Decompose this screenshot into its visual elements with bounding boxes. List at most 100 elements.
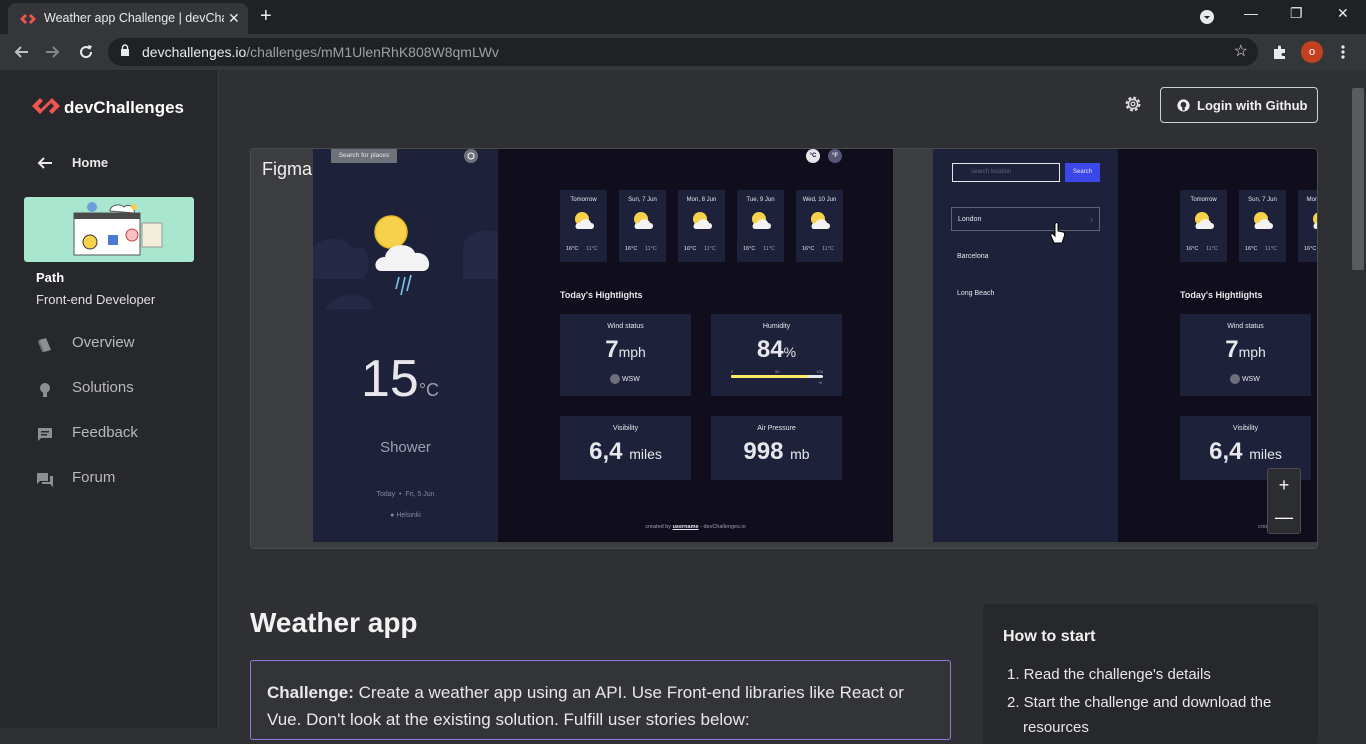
fahrenheit-toggle[interactable]: °F xyxy=(828,149,842,163)
search-submit-button[interactable]: Search xyxy=(1065,163,1100,182)
wind-direction: WSW xyxy=(610,374,640,384)
visibility-reading: 6,4 miles xyxy=(560,438,691,466)
wind-direction-label: WSW xyxy=(621,375,640,383)
forward-arrow-icon[interactable] xyxy=(45,44,61,60)
design-sidebar-panel: Search for places 15°C Shower Today • Fr… xyxy=(313,149,498,542)
location-target-icon[interactable] xyxy=(463,148,479,164)
visibility-label: Visibility xyxy=(612,425,639,432)
zoom-out-button[interactable]: — xyxy=(1268,501,1300,533)
forecast-min: 11°C xyxy=(586,246,598,252)
forecast-day: Mon, 8 Jun xyxy=(686,197,717,203)
chevron-right-icon: › xyxy=(1090,214,1093,224)
browser-menu-icon[interactable] xyxy=(1340,44,1346,60)
github-icon xyxy=(1177,99,1190,112)
profile-dropdown-icon[interactable] xyxy=(1200,10,1214,24)
compass-icon xyxy=(1230,374,1240,384)
wind-card-copy: Wind status 7mph WSW xyxy=(1180,314,1311,396)
scale-min: 0 xyxy=(731,369,734,374)
humidity-scale: 0 50 100 xyxy=(731,369,823,374)
weather-icon xyxy=(1254,212,1273,229)
forecast-card: Wed, 10 Jun 16°C 11°C xyxy=(796,190,843,262)
today-date: Today • Fri, 5 Jun xyxy=(313,491,498,498)
highlights-title-copy: Today's Hightlights xyxy=(1180,290,1263,300)
visibility-card: Visibility 6,4 miles xyxy=(560,416,691,480)
brand-logo[interactable]: devChallenges xyxy=(32,96,184,121)
extensions-puzzle-icon[interactable] xyxy=(1272,44,1288,60)
forecast-card: Mon, 8 Jun 16°C 11°C xyxy=(678,190,725,262)
minimize-button[interactable]: — xyxy=(1244,5,1258,21)
design-main-panel: °C °F Tomorrow 16°C 11°C Sun, 7 Jun 16°C 11°C… xyxy=(498,149,893,542)
pressure-card: Air Pressure 998 mb xyxy=(711,416,842,480)
forecast-day: Tomorrow xyxy=(1190,197,1217,203)
place-item-barcelona[interactable]: Barcelona xyxy=(957,253,989,260)
visibility-unit-copy: miles xyxy=(1249,446,1282,462)
bookmark-star-icon[interactable]: ☆ xyxy=(1234,41,1248,61)
close-window-button[interactable]: ✕ xyxy=(1337,5,1349,22)
zoom-in-button[interactable]: + xyxy=(1268,469,1300,501)
home-label: Home xyxy=(72,155,109,170)
wind-value: 7 xyxy=(605,336,619,363)
place-item-long-beach[interactable]: Long Beach xyxy=(957,290,994,297)
browser-tab[interactable]: Weather app Challenge | devChallenges ✕ xyxy=(8,3,248,34)
temperature-value: 15 xyxy=(361,350,419,408)
compass-icon xyxy=(610,374,620,384)
sidebar xyxy=(0,70,219,728)
forecast-max: 16°C xyxy=(1304,246,1317,252)
weather-icon xyxy=(693,212,712,229)
humidity-reading: 84% xyxy=(711,336,842,364)
forecast-max: 16°C xyxy=(1245,246,1258,252)
search-location-input[interactable]: search location xyxy=(952,163,1060,182)
profile-avatar[interactable]: o xyxy=(1301,41,1323,63)
book-icon xyxy=(38,338,51,352)
wind-reading-copy: 7mph xyxy=(1180,336,1311,364)
challenge-label: Challenge: xyxy=(267,683,354,702)
restore-button[interactable]: ❐ xyxy=(1290,5,1303,22)
visibility-label-copy: Visibility xyxy=(1232,425,1259,432)
figma-embed[interactable]: Search for places 15 °C Shower Today • Fr… xyxy=(250,148,1318,549)
clouds-background xyxy=(313,215,498,309)
home-link[interactable]: Home xyxy=(36,154,108,177)
visibility-reading-copy: 6,4 miles xyxy=(1180,438,1311,466)
location-label: ● Helsinki xyxy=(313,512,498,519)
login-github-button[interactable]: Login with Github xyxy=(1160,87,1318,123)
url-path: /challenges/mM1UlenRhK808W8qmLWv xyxy=(246,44,499,60)
path-illustration xyxy=(73,202,163,256)
search-places-button[interactable]: Search for places xyxy=(331,149,397,163)
forecast-card: Sun, 7 Jun 16°C 11°C xyxy=(619,190,666,262)
celsius-toggle[interactable]: °C xyxy=(806,149,820,163)
pin-icon: ● xyxy=(390,512,395,519)
path-value: Front-end Developer xyxy=(36,292,156,307)
path-heading: Path xyxy=(36,270,65,285)
scrollbar-thumb[interactable] xyxy=(1352,88,1364,270)
path-thumbnail-image[interactable] xyxy=(24,197,194,262)
challenge-text: Create a weather app using an API. Use F… xyxy=(267,683,904,729)
humidity-value: 84 xyxy=(756,336,784,363)
forecast-min: 11°C xyxy=(1265,246,1277,252)
place-item-london[interactable]: London › xyxy=(951,207,1100,231)
forecast-max: 16°C xyxy=(802,246,815,252)
reload-icon[interactable] xyxy=(78,44,94,60)
address-bar[interactable]: devchallenges.io/challenges/mM1UlenRhK80… xyxy=(108,38,1258,66)
how-to-start-panel: How to start 1. Read the challenge's det… xyxy=(983,604,1318,744)
tab-close-icon[interactable]: ✕ xyxy=(228,10,240,27)
sidebar-item-label: Forum xyxy=(72,469,116,486)
new-tab-button[interactable]: + xyxy=(260,5,272,28)
hand-cursor-icon xyxy=(1050,222,1066,244)
pressure-label: Air Pressure xyxy=(757,425,796,432)
humidity-percent-sign: % xyxy=(818,380,822,385)
scale-max: 100 xyxy=(816,369,823,374)
weather-condition: Shower xyxy=(380,439,431,456)
forecast-card: Tomorrow 16°C 11°C xyxy=(1180,190,1227,262)
wind-value-copy: 7 xyxy=(1225,336,1239,363)
visibility-value-copy: 6,4 xyxy=(1209,438,1243,465)
footer-username: username xyxy=(672,524,699,530)
settings-gear-icon[interactable] xyxy=(1122,93,1144,115)
url-domain: devchallenges.io xyxy=(142,44,247,60)
wind-direction-copy: WSW xyxy=(1230,374,1260,384)
back-arrow-icon[interactable] xyxy=(13,44,29,60)
forecast-card: Tomorrow 16°C 11°C xyxy=(560,190,607,262)
weather-icon xyxy=(752,212,771,229)
humidity-label: Humidity xyxy=(762,323,791,330)
weather-icon xyxy=(1195,212,1214,229)
wind-label: Wind status xyxy=(607,323,644,330)
